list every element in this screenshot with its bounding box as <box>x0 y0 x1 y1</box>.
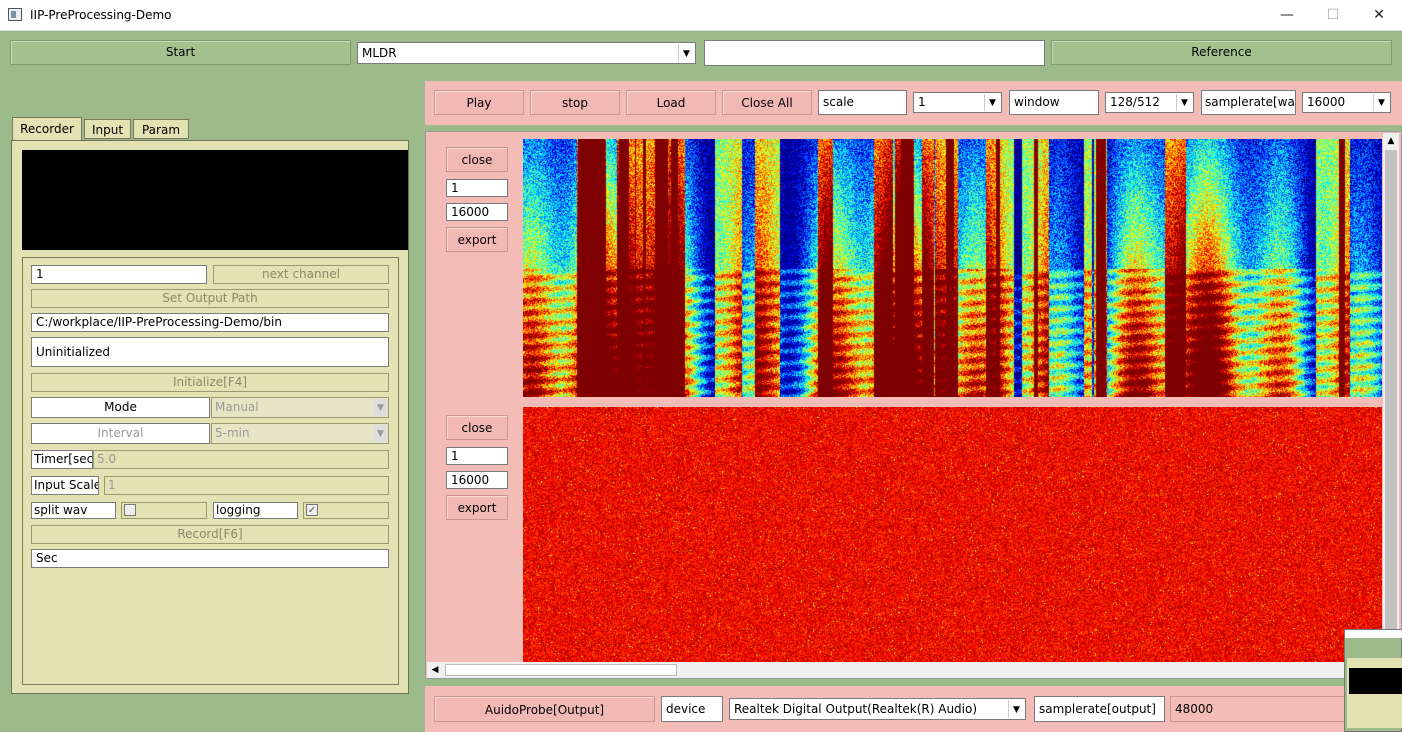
window-select[interactable]: 128/512 ▼ <box>1105 92 1194 113</box>
channel-input[interactable]: 1 <box>31 265 207 284</box>
tab-param[interactable]: Param <box>133 119 189 139</box>
window-thumbnail[interactable] <box>1344 629 1402 732</box>
minimize-button[interactable]: — <box>1264 0 1310 31</box>
samplerate-output-field: 48000 <box>1170 696 1345 722</box>
timer-label: Timer[sec] <box>31 450 93 469</box>
play-button[interactable]: Play <box>434 90 524 115</box>
model-select[interactable]: MLDR ▼ <box>357 42 696 64</box>
track1-channel-field[interactable]: 1 <box>446 179 508 197</box>
samplerate-wav-label: samplerate[wav] <box>1201 90 1296 115</box>
track2-close-button[interactable]: close <box>446 415 508 440</box>
chevron-down-icon: ▼ <box>1176 94 1192 111</box>
tab-recorder[interactable]: Recorder <box>12 117 82 141</box>
thumbnail-titlebar <box>1345 630 1402 638</box>
chevron-down-icon: ▼ <box>374 399 387 416</box>
app-icon <box>8 8 22 21</box>
track1-spectrogram[interactable] <box>523 139 1382 397</box>
status-field: Uninitialized <box>31 337 389 367</box>
device-select-value: Realtek Digital Output(Realtek(R) Audio) <box>734 702 978 716</box>
reference-button[interactable]: Reference <box>1051 40 1392 65</box>
scroll-left-icon[interactable]: ◀ <box>427 662 443 678</box>
horizontal-scroll-thumb[interactable] <box>445 664 677 676</box>
logging-checkbox[interactable]: ✓ <box>306 504 318 516</box>
next-channel-button[interactable]: next channel <box>213 265 389 284</box>
track2-channel-field[interactable]: 1 <box>446 447 508 465</box>
scale-label: scale <box>818 90 907 115</box>
stop-button[interactable]: stop <box>530 90 620 115</box>
chevron-down-icon: ▼ <box>374 425 387 442</box>
split-wav-row <box>121 502 207 519</box>
set-output-path-button[interactable]: Set Output Path <box>31 289 389 308</box>
timer-field[interactable]: 5.0 <box>93 450 389 469</box>
text-input[interactable] <box>704 40 1045 66</box>
recorder-panel: 1 next channel Set Output Path C:/workpl… <box>11 140 409 694</box>
spec2-canvas <box>523 407 1382 662</box>
track1-rate-field[interactable]: 16000 <box>446 203 508 221</box>
samplerate-wav-select-value: 16000 <box>1307 95 1346 109</box>
track1-export-button[interactable]: export <box>446 227 508 252</box>
input-scale-label: Input Scale <box>31 476 99 495</box>
start-button[interactable]: Start <box>10 40 351 65</box>
window-select-value: 128/512 <box>1110 95 1160 109</box>
recorder-display <box>22 150 408 250</box>
samplerate-output-label: samplerate[output] <box>1034 696 1165 722</box>
title-bar: IIP-PreProcessing-Demo — ☐ ✕ <box>0 0 1402 31</box>
input-scale-field[interactable]: 1 <box>104 476 389 495</box>
record-button[interactable]: Record[F6] <box>31 525 389 544</box>
window-title: IIP-PreProcessing-Demo <box>30 8 172 22</box>
initialize-button[interactable]: Initialize[F4] <box>31 373 389 392</box>
horizontal-scrollbar[interactable]: ◀ <box>427 662 1383 678</box>
interval-select-value: 5-min <box>215 426 250 440</box>
chevron-down-icon: ▼ <box>984 94 1000 111</box>
audioprobe-button[interactable]: AuidoProbe[Output] <box>434 696 655 722</box>
samplerate-wav-select[interactable]: 16000 ▼ <box>1302 92 1391 113</box>
maximize-button[interactable]: ☐ <box>1310 0 1356 31</box>
mode-select-value: Manual <box>215 400 259 414</box>
thumbnail-display <box>1349 668 1402 694</box>
mode-label: Mode <box>31 397 210 418</box>
output-path-field[interactable]: C:/workplace/IIP-PreProcessing-Demo/bin <box>31 313 389 332</box>
close-window-button[interactable]: ✕ <box>1356 0 1402 31</box>
interval-select[interactable]: 5-min ▼ <box>211 423 389 444</box>
close-all-button[interactable]: Close All <box>722 90 812 115</box>
load-button[interactable]: Load <box>626 90 716 115</box>
scale-select-value: 1 <box>918 95 926 109</box>
track2-export-button[interactable]: export <box>446 495 508 520</box>
model-select-value: MLDR <box>362 46 397 60</box>
device-label: device <box>661 696 723 722</box>
scale-select[interactable]: 1 ▼ <box>913 92 1002 113</box>
chevron-down-icon: ▼ <box>1373 94 1389 111</box>
track2-spectrogram[interactable] <box>523 407 1382 662</box>
tab-input[interactable]: Input <box>84 119 131 139</box>
track1-close-button[interactable]: close <box>446 147 508 172</box>
split-wav-checkbox[interactable] <box>124 504 136 516</box>
vertical-scroll-thumb[interactable] <box>1385 150 1397 640</box>
logging-label: logging <box>213 502 298 519</box>
window-label: window <box>1009 90 1099 115</box>
mode-select[interactable]: Manual ▼ <box>211 397 389 418</box>
logging-row: ✓ <box>303 502 389 519</box>
split-wav-label: split wav <box>31 502 116 519</box>
chevron-down-icon: ▼ <box>1008 700 1024 718</box>
sec-field: Sec <box>31 549 389 568</box>
device-select[interactable]: Realtek Digital Output(Realtek(R) Audio)… <box>729 698 1026 720</box>
spec1-canvas <box>523 139 1382 397</box>
vertical-scrollbar[interactable]: ▲ <box>1383 133 1399 663</box>
interval-label: Interval <box>31 423 210 444</box>
scroll-up-icon[interactable]: ▲ <box>1383 133 1399 149</box>
track2-rate-field[interactable]: 16000 <box>446 471 508 489</box>
chevron-down-icon: ▼ <box>678 44 694 62</box>
